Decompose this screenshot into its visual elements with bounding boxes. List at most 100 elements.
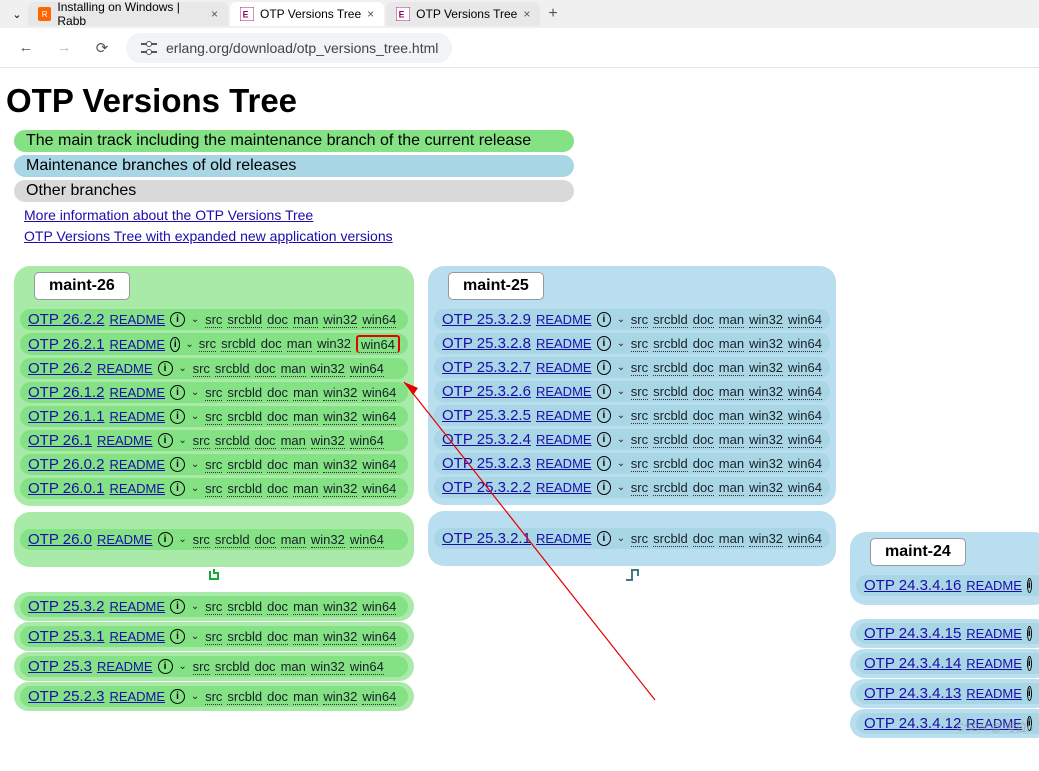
otp-version-link[interactable]: OTP 26.1 <box>28 432 92 449</box>
info-icon[interactable]: i <box>597 480 612 495</box>
otp-version-link[interactable]: OTP 26.2.2 <box>28 311 104 328</box>
info-icon[interactable]: i <box>170 599 185 614</box>
srcbld-link[interactable]: srcbld <box>653 531 688 547</box>
srcbld-link[interactable]: srcbld <box>653 480 688 496</box>
doc-link[interactable]: doc <box>267 481 288 497</box>
readme-link[interactable]: README <box>536 312 592 327</box>
readme-link[interactable]: README <box>109 457 165 472</box>
tab-rabbitmq[interactable]: R Installing on Windows | Rabb × <box>28 2 228 26</box>
win32-link[interactable]: win32 <box>311 361 345 377</box>
src-link[interactable]: src <box>631 312 648 328</box>
doc-link[interactable]: doc <box>267 689 288 705</box>
src-link[interactable]: src <box>631 480 648 496</box>
info-icon[interactable]: i <box>170 385 185 400</box>
more-info-link[interactable]: More information about the OTP Versions … <box>24 207 1033 223</box>
man-link[interactable]: man <box>281 659 306 675</box>
readme-link[interactable]: README <box>109 312 165 327</box>
srcbld-link[interactable]: srcbld <box>227 481 262 497</box>
doc-link[interactable]: doc <box>255 659 276 675</box>
expanded-link[interactable]: OTP Versions Tree with expanded new appl… <box>24 228 1033 244</box>
doc-link[interactable]: doc <box>267 599 288 615</box>
readme-link[interactable]: README <box>109 599 165 614</box>
info-icon[interactable]: i <box>170 312 185 327</box>
otp-version-link[interactable]: OTP 24.3.4.13 <box>864 685 961 702</box>
win32-link[interactable]: win32 <box>323 599 357 615</box>
man-link[interactable]: man <box>287 336 312 352</box>
win32-link[interactable]: win32 <box>749 384 783 400</box>
readme-link[interactable]: README <box>109 409 165 424</box>
readme-link[interactable]: README <box>536 384 592 399</box>
otp-version-link[interactable]: OTP 24.3.4.12 <box>864 715 961 732</box>
info-icon[interactable]: i <box>170 689 185 704</box>
info-icon[interactable]: i <box>1027 626 1032 641</box>
otp-version-link[interactable]: OTP 26.0 <box>28 531 92 548</box>
win64-link[interactable]: win64 <box>788 408 822 424</box>
srcbld-link[interactable]: srcbld <box>653 408 688 424</box>
readme-link[interactable]: README <box>536 360 592 375</box>
doc-link[interactable]: doc <box>255 532 276 548</box>
man-link[interactable]: man <box>719 384 744 400</box>
win32-link[interactable]: win32 <box>323 385 357 401</box>
back-button[interactable]: ← <box>12 34 40 62</box>
win64-link[interactable]: win64 <box>362 312 396 328</box>
man-link[interactable]: man <box>719 360 744 376</box>
win32-link[interactable]: win32 <box>749 336 783 352</box>
srcbld-link[interactable]: srcbld <box>227 689 262 705</box>
man-link[interactable]: man <box>293 457 318 473</box>
doc-link[interactable]: doc <box>261 336 282 352</box>
win64-link-highlighted[interactable]: win64 <box>356 335 400 353</box>
info-icon[interactable]: i <box>1027 656 1032 671</box>
info-icon[interactable]: i <box>597 312 612 327</box>
readme-link[interactable]: README <box>97 659 153 674</box>
otp-version-link[interactable]: OTP 25.3.2.5 <box>442 407 531 424</box>
doc-link[interactable]: doc <box>693 336 714 352</box>
readme-link[interactable]: README <box>109 337 165 352</box>
src-link[interactable]: src <box>205 385 222 401</box>
win32-link[interactable]: win32 <box>749 312 783 328</box>
doc-link[interactable]: doc <box>693 480 714 496</box>
srcbld-link[interactable]: srcbld <box>227 629 262 645</box>
src-link[interactable]: src <box>631 408 648 424</box>
tab-dropdown-icon[interactable]: ⌄ <box>8 8 26 21</box>
win32-link[interactable]: win32 <box>311 659 345 675</box>
win64-link[interactable]: win64 <box>788 531 822 547</box>
win32-link[interactable]: win32 <box>311 433 345 449</box>
otp-version-link[interactable]: OTP 24.3.4.15 <box>864 625 961 642</box>
win64-link[interactable]: win64 <box>788 480 822 496</box>
src-link[interactable]: src <box>631 432 648 448</box>
doc-link[interactable]: doc <box>255 361 276 377</box>
tab-otp-2[interactable]: E OTP Versions Tree × <box>386 2 540 26</box>
win64-link[interactable]: win64 <box>788 456 822 472</box>
srcbld-link[interactable]: srcbld <box>215 433 250 449</box>
info-icon[interactable]: i <box>170 409 185 424</box>
otp-version-link[interactable]: OTP 26.2 <box>28 360 92 377</box>
win64-link[interactable]: win64 <box>350 532 384 548</box>
win64-link[interactable]: win64 <box>362 629 396 645</box>
readme-link[interactable]: README <box>536 531 592 546</box>
win32-link[interactable]: win32 <box>311 532 345 548</box>
srcbld-link[interactable]: srcbld <box>653 384 688 400</box>
otp-version-link[interactable]: OTP 25.3.2.3 <box>442 455 531 472</box>
win32-link[interactable]: win32 <box>749 408 783 424</box>
doc-link[interactable]: doc <box>267 457 288 473</box>
win32-link[interactable]: win32 <box>749 360 783 376</box>
readme-link[interactable]: README <box>109 385 165 400</box>
doc-link[interactable]: doc <box>693 408 714 424</box>
info-icon[interactable]: i <box>597 456 612 471</box>
man-link[interactable]: man <box>719 336 744 352</box>
readme-link[interactable]: README <box>966 686 1022 701</box>
readme-link[interactable]: README <box>536 456 592 471</box>
doc-link[interactable]: doc <box>693 384 714 400</box>
readme-link[interactable]: README <box>966 656 1022 671</box>
close-icon[interactable]: × <box>211 7 218 21</box>
win32-link[interactable]: win32 <box>323 481 357 497</box>
doc-link[interactable]: doc <box>693 531 714 547</box>
info-icon[interactable]: i <box>597 384 612 399</box>
src-link[interactable]: src <box>205 689 222 705</box>
otp-version-link[interactable]: OTP 25.3.2.9 <box>442 311 531 328</box>
win64-link[interactable]: win64 <box>788 360 822 376</box>
srcbld-link[interactable]: srcbld <box>215 659 250 675</box>
close-icon[interactable]: × <box>523 7 530 21</box>
win64-link[interactable]: win64 <box>362 689 396 705</box>
otp-version-link[interactable]: OTP 26.2.1 <box>28 336 104 353</box>
